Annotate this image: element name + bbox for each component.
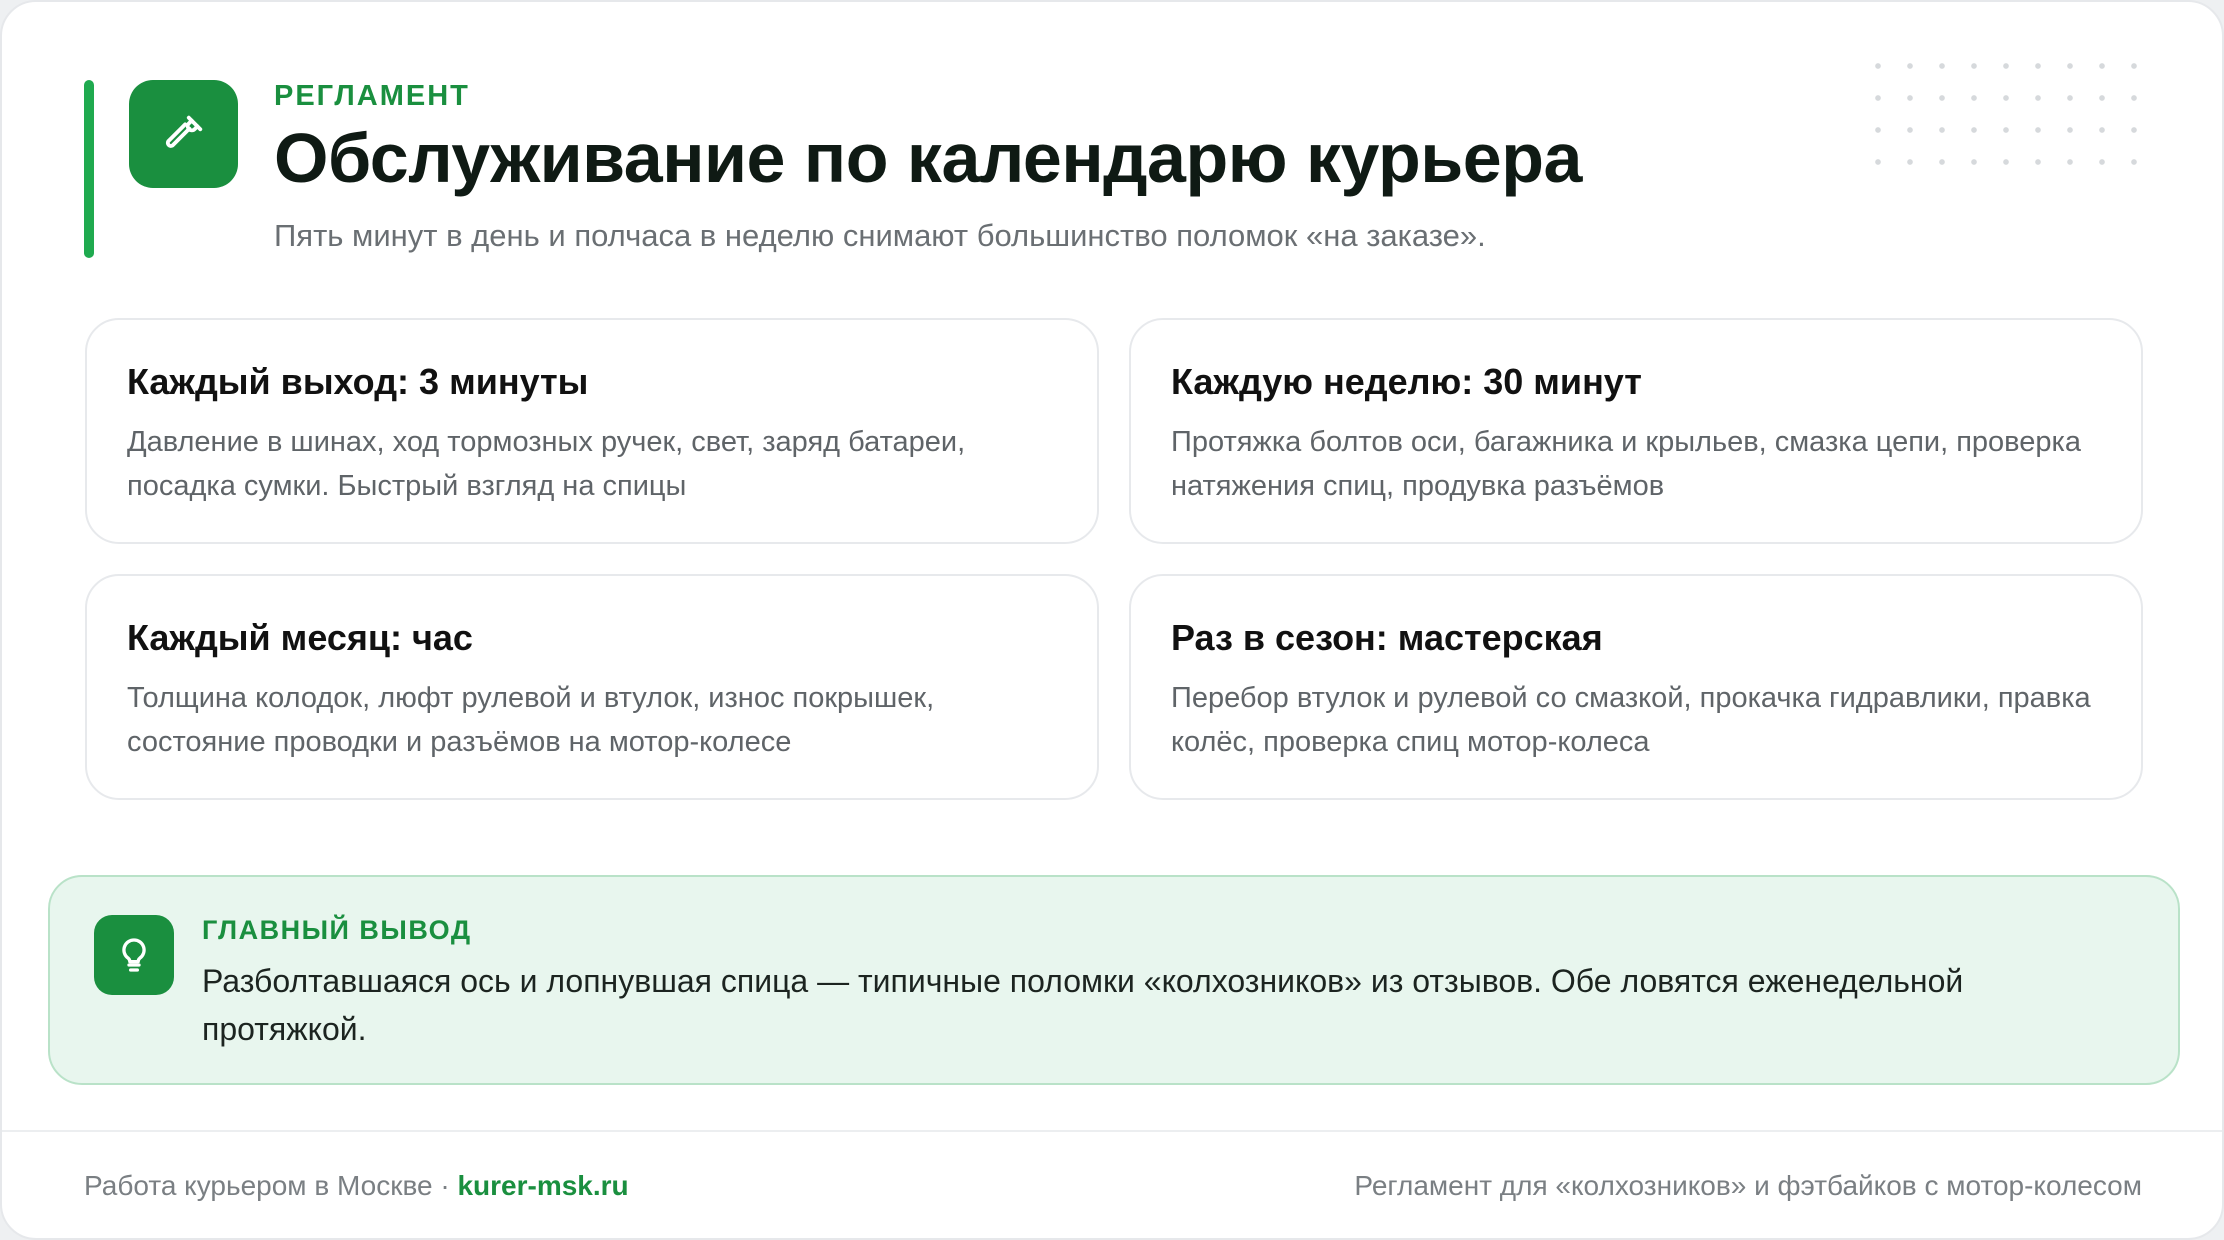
footer-left: Работа курьером в Москве · kurer-msk.ru bbox=[84, 1170, 629, 1202]
schedule-card-seasonal: Раз в сезон: мастерская Перебор втулок и… bbox=[1129, 574, 2143, 800]
key-takeaway-box: ГЛАВНЫЙ ВЫВОД Разболтавшаяся ось и лопну… bbox=[48, 875, 2180, 1085]
schedule-card-weekly: Каждую неделю: 30 минут Протяжка болтов … bbox=[1129, 318, 2143, 544]
schedule-card-daily: Каждый выход: 3 минуты Давление в шинах,… bbox=[85, 318, 1099, 544]
card-text: Протяжка болтов оси, багажника и крыльев… bbox=[1171, 425, 2081, 502]
eyebrow-label: РЕГЛАМЕНТ bbox=[274, 80, 470, 112]
footer-site-link[interactable]: kurer-msk.ru bbox=[457, 1170, 628, 1201]
takeaway-label: ГЛАВНЫЙ ВЫВОД bbox=[202, 915, 472, 945]
logo-tile bbox=[129, 80, 238, 188]
card-text: Давление в шинах, ход тормозных ручек, с… bbox=[127, 425, 966, 502]
card-text: Толщина колодок, люфт рулевой и втулок, … bbox=[127, 681, 935, 758]
takeaway-icon-tile bbox=[94, 915, 174, 995]
slide: РЕГЛАМЕНТ Обслуживание по календарю курь… bbox=[0, 0, 2224, 1240]
schedule-card-monthly: Каждый месяц: час Толщина колодок, люфт … bbox=[85, 574, 1099, 800]
page-title: Обслуживание по календарю курьера bbox=[274, 119, 1582, 197]
card-text: Перебор втулок и рулевой со смазкой, про… bbox=[1171, 681, 2091, 758]
accent-bar bbox=[84, 80, 94, 258]
decorative-dot-grid bbox=[1862, 50, 2162, 190]
card-title: Каждый выход: 3 минуты bbox=[127, 361, 589, 402]
footer-right: Регламент для «колхозников» и фэтбайков … bbox=[1354, 1170, 2142, 1201]
footer-divider bbox=[2, 1130, 2222, 1132]
wrench-icon bbox=[165, 115, 202, 148]
lightbulb-icon bbox=[122, 938, 146, 972]
card-title: Каждую неделю: 30 минут bbox=[1171, 361, 1642, 402]
page-subtitle: Пять минут в день и полчаса в неделю сни… bbox=[274, 218, 1486, 253]
card-title: Каждый месяц: час bbox=[127, 617, 473, 658]
footer-caption: Работа курьером в Москве · bbox=[84, 1170, 458, 1201]
card-title: Раз в сезон: мастерская bbox=[1171, 617, 1603, 658]
takeaway-text: Разболтавшаяся ось и лопнувшая спица — т… bbox=[202, 963, 1964, 1047]
